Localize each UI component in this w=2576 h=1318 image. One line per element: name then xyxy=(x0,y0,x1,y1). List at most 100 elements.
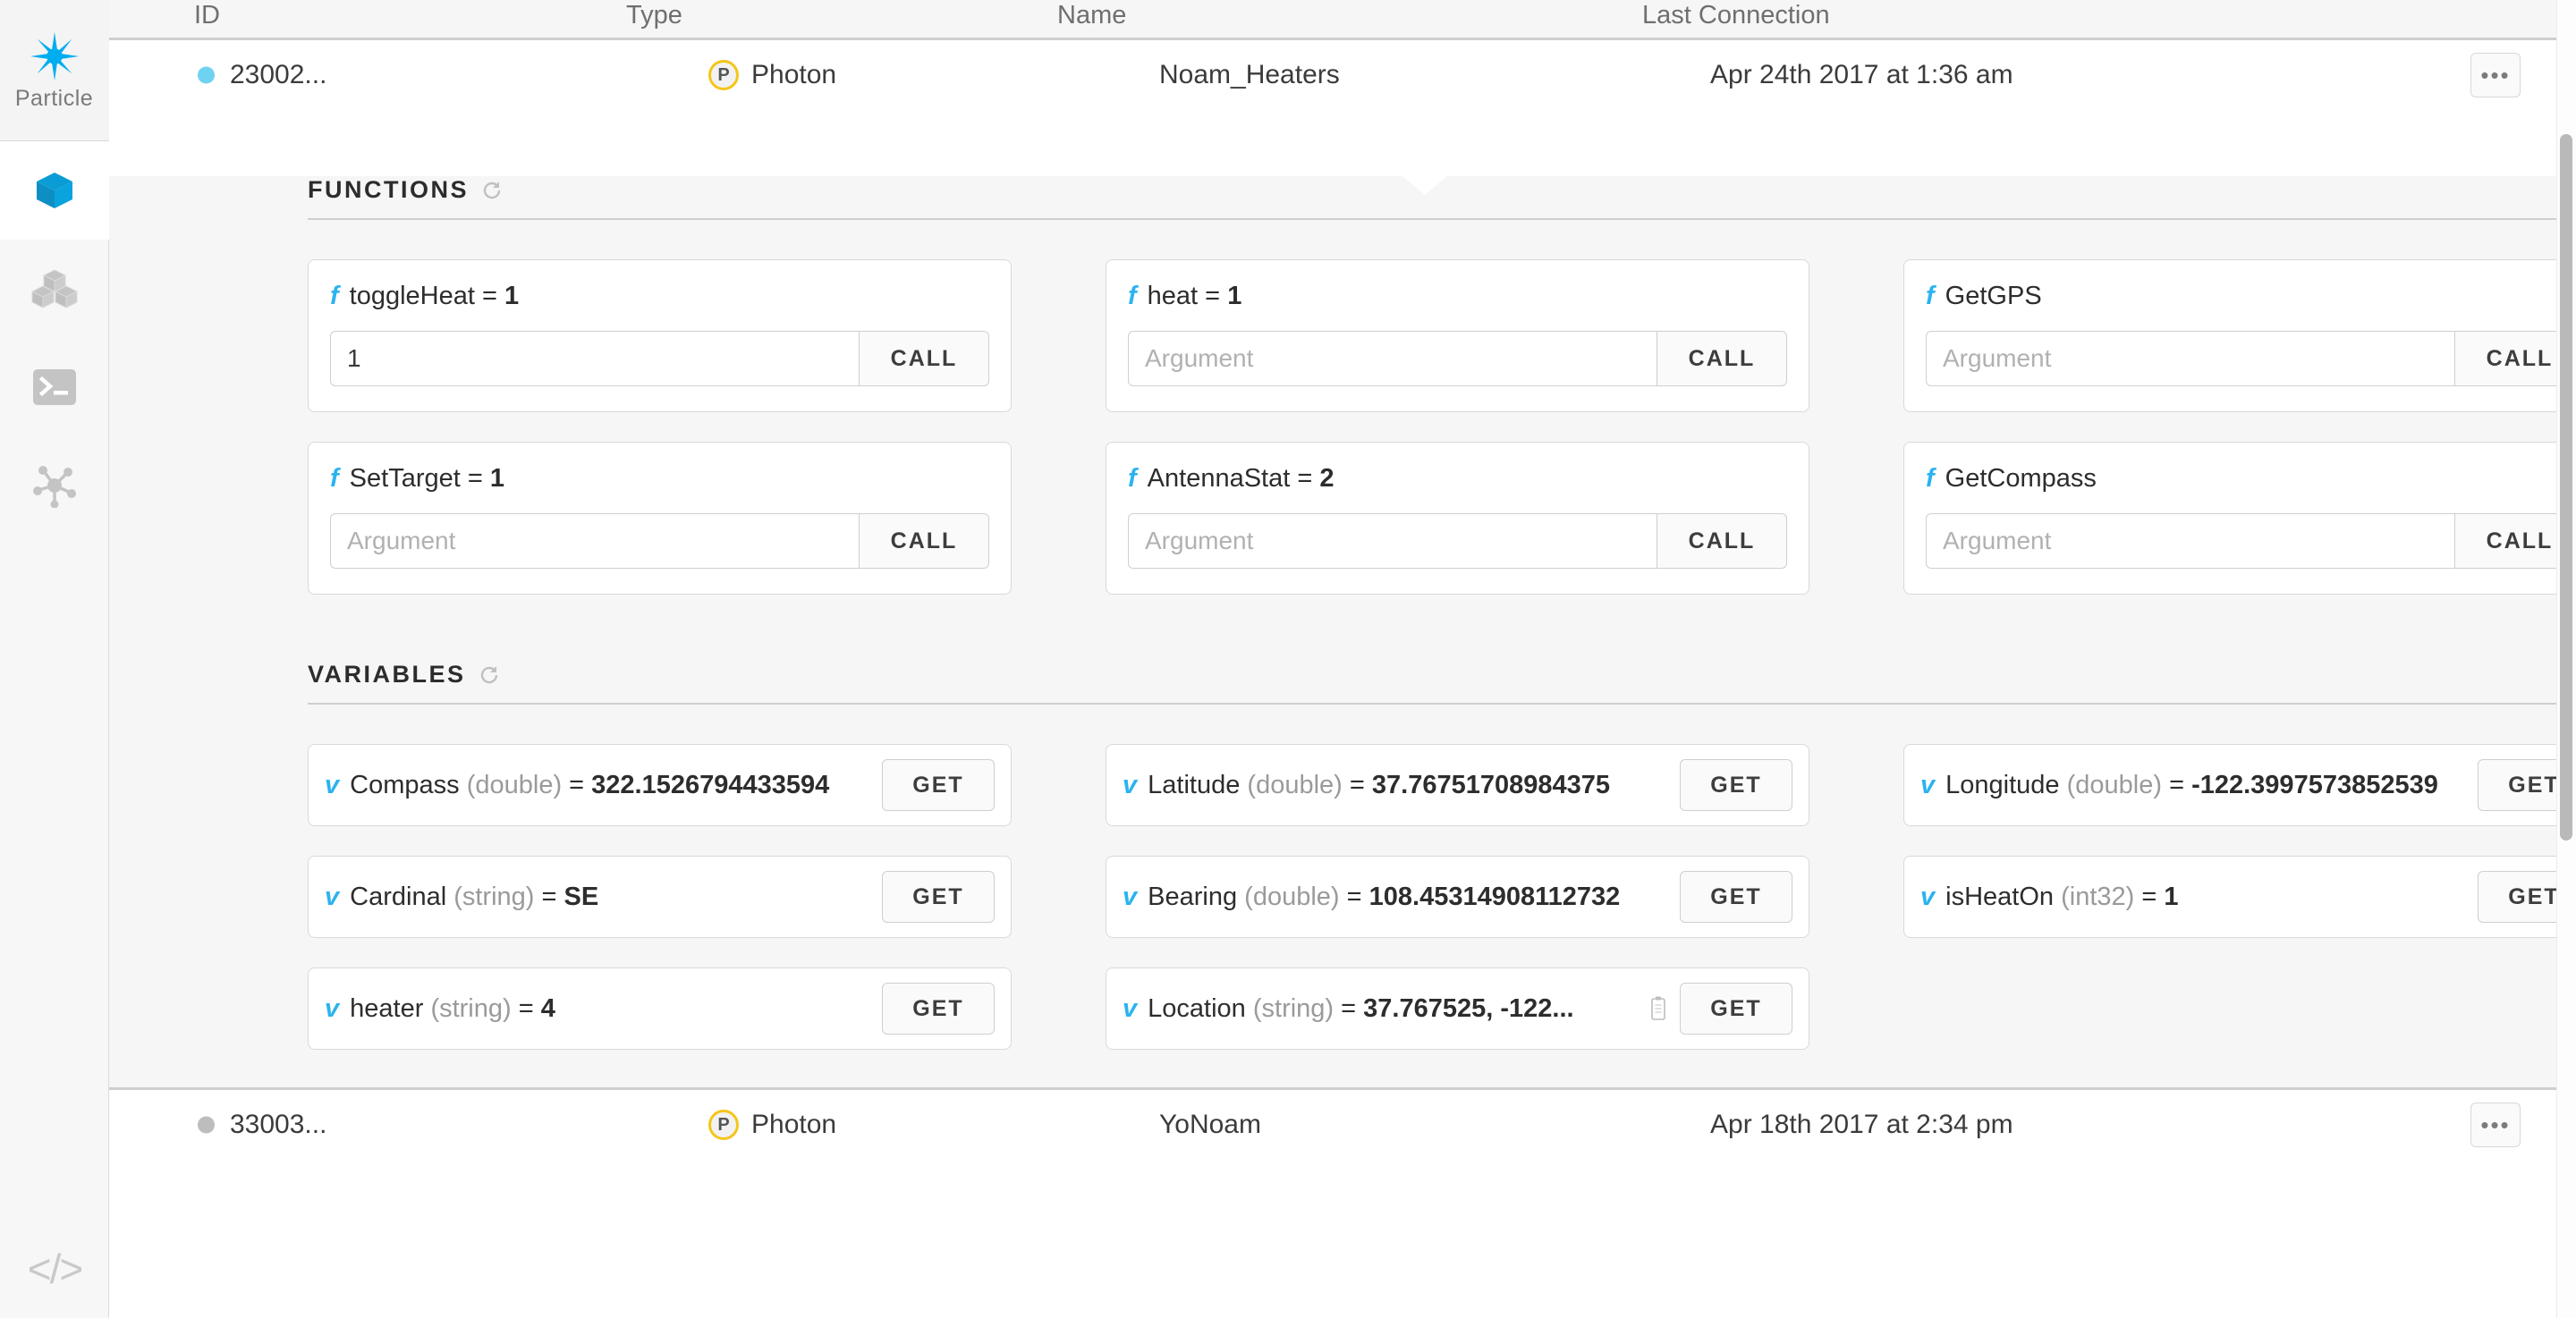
sidebar-item-products[interactable] xyxy=(0,240,109,338)
table-row[interactable]: 33003... P Photon YoNoam Apr 18th 2017 a… xyxy=(109,1090,2576,1160)
call-button[interactable]: CALL xyxy=(1657,331,1787,386)
variable-type: (string) xyxy=(1253,994,1334,1023)
get-button[interactable]: GET xyxy=(1680,871,1792,923)
variable-type: (double) xyxy=(467,771,562,799)
cubes-stack-icon xyxy=(31,268,78,309)
variable-value: 4 xyxy=(541,994,555,1023)
row-menu-button[interactable]: ••• xyxy=(2470,1103,2521,1147)
function-argument-input[interactable] xyxy=(1128,513,1657,569)
function-title: fheat = 1 xyxy=(1128,282,1787,311)
variable-eq: = xyxy=(562,771,591,799)
functions-title: FUNCTIONS xyxy=(308,176,469,204)
sidebar-item-code[interactable]: </> xyxy=(0,1220,109,1318)
variable-sigil-icon: v xyxy=(1920,771,1935,799)
function-argument-input[interactable] xyxy=(330,331,859,386)
variable-type: (double) xyxy=(1247,771,1342,799)
page-scrollbar[interactable] xyxy=(2556,0,2576,1318)
function-sigil-icon: f xyxy=(330,282,339,310)
detail-caret-icon xyxy=(1402,175,1448,195)
call-button[interactable]: CALL xyxy=(859,331,989,386)
functions-grid: ftoggleHeat = 1 CALL fheat = 1 CALL xyxy=(308,259,2576,595)
sidebar-item-devices[interactable] xyxy=(0,141,109,240)
function-card: fheat = 1 CALL xyxy=(1106,259,1809,412)
primary-sidebar: Particle xyxy=(0,0,109,1318)
get-button[interactable]: GET xyxy=(882,983,995,1035)
variable-name: Bearing xyxy=(1148,883,1237,911)
variable-sigil-icon: v xyxy=(1920,883,1935,911)
device-name: Noam_Heaters xyxy=(1159,60,1340,90)
status-indicator-offline xyxy=(198,1117,215,1134)
variable-name: isHeatOn xyxy=(1945,883,2054,911)
function-argument-input[interactable] xyxy=(330,513,859,569)
device-id: 23002... xyxy=(230,60,326,90)
photon-badge-icon: P xyxy=(708,1110,739,1140)
get-button[interactable]: GET xyxy=(882,871,995,923)
function-card: fAntennaStat = 2 CALL xyxy=(1106,442,1809,595)
function-title: fAntennaStat = 2 xyxy=(1128,464,1787,494)
device-detail-panel: FUNCTIONS f toggleHeat = 1 xyxy=(109,176,2576,1090)
console-icon xyxy=(33,369,76,405)
variable-type: (double) xyxy=(2067,771,2162,799)
variable-label: vheater (string) = 4 xyxy=(325,993,869,1024)
device-type: Photon xyxy=(751,1110,836,1140)
variable-name: Compass xyxy=(350,771,460,799)
variable-name: heater xyxy=(350,994,423,1023)
device-type: Photon xyxy=(751,60,836,90)
function-title: ftoggleHeat = 1 xyxy=(330,282,989,311)
call-button[interactable]: CALL xyxy=(1657,513,1787,569)
column-header-last-connection: Last Connection xyxy=(1642,1,1830,30)
scrollbar-thumb[interactable] xyxy=(2560,134,2572,841)
variable-card: vCardinal (string) = SE GET xyxy=(308,856,1012,938)
variable-card: vCompass (double) = 322.1526794433594 GE… xyxy=(308,744,1012,826)
variables-divider xyxy=(308,703,2576,705)
function-argument-input[interactable] xyxy=(1926,331,2454,386)
device-last-connection: Apr 24th 2017 at 1:36 am xyxy=(1710,60,2013,90)
sidebar-item-console[interactable] xyxy=(0,338,109,436)
device-id: 33003... xyxy=(230,1110,326,1140)
code-brackets-icon: </> xyxy=(28,1245,82,1293)
variable-value: SE xyxy=(564,883,599,911)
variables-title: VARIABLES xyxy=(308,661,466,689)
variable-value: 108.45314908112732 xyxy=(1369,883,1621,911)
variable-value: 37.767525, -122... xyxy=(1363,994,1573,1023)
function-argument-input[interactable] xyxy=(1926,513,2454,569)
device-type-cell: P Photon xyxy=(708,1110,836,1140)
row-menu-button[interactable]: ••• xyxy=(2470,53,2521,97)
call-button[interactable]: CALL xyxy=(859,513,989,569)
refresh-icon[interactable] xyxy=(481,180,503,201)
column-header-name: Name xyxy=(1057,1,1126,30)
function-card: ftoggleHeat = 1 CALL xyxy=(308,259,1012,412)
variable-eq: = xyxy=(2162,771,2191,799)
brand-logo[interactable]: Particle xyxy=(0,0,109,141)
variable-sigil-icon: v xyxy=(1123,771,1137,799)
variable-value: 1 xyxy=(2164,883,2178,911)
variable-card: vBearing (double) = 108.45314908112732 G… xyxy=(1106,856,1809,938)
variable-label: vLocation (string) = 37.767525, -122... xyxy=(1123,993,1637,1024)
function-name: toggleHeat xyxy=(350,282,475,310)
get-button[interactable]: GET xyxy=(882,759,995,811)
function-value: 1 xyxy=(1227,282,1241,310)
variable-label: vCompass (double) = 322.1526794433594 xyxy=(325,770,869,800)
variable-value: -122.3997573852539 xyxy=(2191,771,2438,799)
get-button[interactable]: GET xyxy=(1680,759,1792,811)
refresh-icon[interactable] xyxy=(479,664,500,686)
variables-section-header: VARIABLES xyxy=(308,661,2576,689)
table-row[interactable]: 23002... P Photon Noam_Heaters Apr 24th … xyxy=(109,40,2576,110)
function-sigil-icon: f xyxy=(330,464,339,493)
get-button[interactable]: GET xyxy=(1680,983,1792,1035)
variable-label: vBearing (double) = 108.45314908112732 xyxy=(1123,882,1667,912)
device-type-cell: P Photon xyxy=(708,60,836,90)
copy-icon[interactable] xyxy=(1649,996,1667,1021)
function-argument-input[interactable] xyxy=(1128,331,1657,386)
integrations-node-icon xyxy=(31,463,78,508)
variable-type: (string) xyxy=(430,994,511,1023)
variable-eq: = xyxy=(1343,771,1372,799)
variable-eq: = xyxy=(1340,883,1369,911)
function-value: 1 xyxy=(504,282,519,310)
variable-type: (int32) xyxy=(2061,883,2134,911)
variable-eq: = xyxy=(1334,994,1363,1023)
variable-card: visHeatOn (int32) = 1 GET xyxy=(1903,856,2576,938)
variable-sigil-icon: v xyxy=(1123,883,1137,911)
variable-label: vLatitude (double) = 37.76751708984375 xyxy=(1123,770,1667,800)
sidebar-item-integrations[interactable] xyxy=(0,436,109,535)
